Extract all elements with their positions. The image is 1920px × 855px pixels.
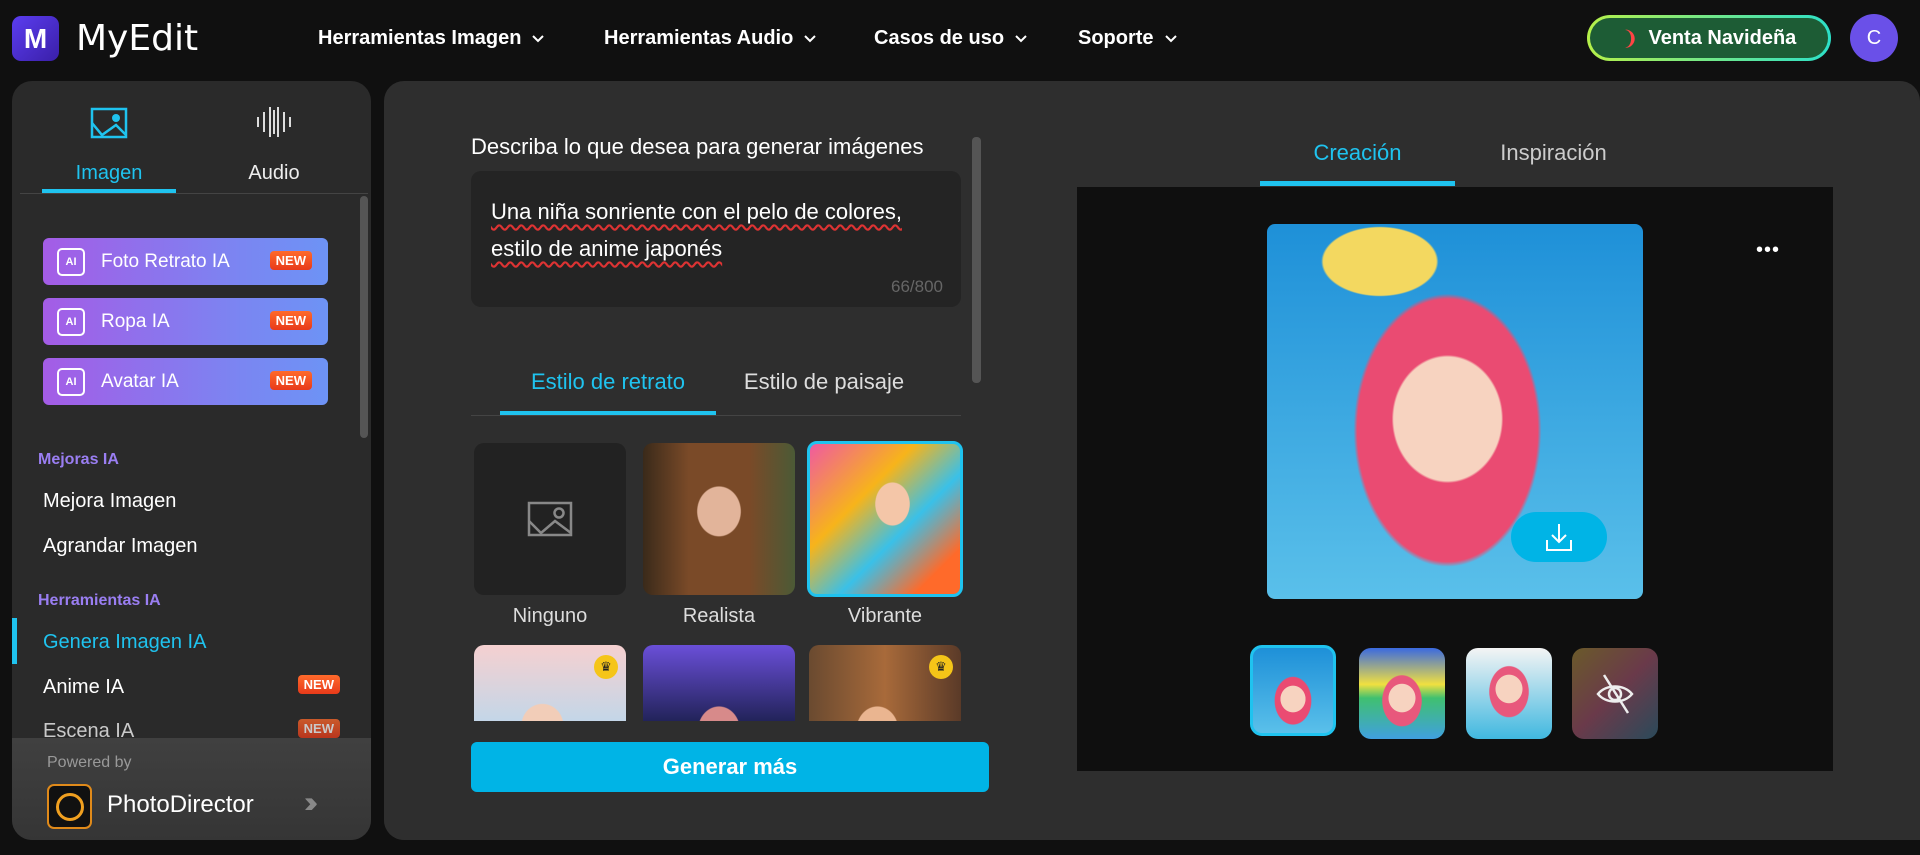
nav-herramientas-audio[interactable]: Herramientas Audio <box>604 27 817 50</box>
chevrons-right-icon: ››› <box>304 786 318 819</box>
photodirector-logo-icon <box>47 784 92 829</box>
tab-underline <box>500 411 716 415</box>
thumbnail-2[interactable] <box>1359 648 1445 739</box>
download-icon <box>1546 524 1572 551</box>
style-card-realista[interactable] <box>643 443 795 595</box>
tab-underline <box>1260 181 1455 186</box>
sidebar-item-agrandar-imagen[interactable]: Agrandar Imagen <box>43 535 198 558</box>
sidebar-item-mejora-imagen[interactable]: Mejora Imagen <box>43 490 176 513</box>
active-indicator <box>12 618 17 664</box>
tab-creacion[interactable]: Creación <box>1260 140 1455 166</box>
new-badge: NEW <box>297 675 340 694</box>
ai-sparkle-icon: AI <box>57 307 85 336</box>
button-label: Foto Retrato IA <box>101 250 230 272</box>
prompt-textarea[interactable]: Una niña sonriente con el pelo de colore… <box>471 171 961 307</box>
chevron-down-icon <box>1164 34 1177 42</box>
ai-sparkle-icon: AI <box>57 367 85 396</box>
thumbnail-1[interactable] <box>1250 645 1336 736</box>
more-options-icon[interactable]: ••• <box>1756 239 1780 262</box>
thumbnail-hidden[interactable] <box>1572 648 1658 739</box>
button-label: Avatar IA <box>101 370 179 392</box>
crown-icon: ♛ <box>594 655 618 679</box>
nav-label: Herramientas Imagen <box>318 27 522 49</box>
generate-more-button[interactable]: Generar más <box>471 742 989 792</box>
nav-soporte[interactable]: Soporte <box>1078 27 1178 50</box>
style-label: Realista <box>682 605 756 627</box>
avatar-ia-button[interactable]: AI Avatar IA NEW <box>43 358 328 405</box>
prompt-label: Describa lo que desea para generar imáge… <box>471 134 924 159</box>
style-card-ninguno[interactable] <box>474 443 626 595</box>
logo-text: MyEdit <box>76 18 199 59</box>
nav-label: Herramientas Audio <box>604 27 794 49</box>
prompt-text: Una niña sonriente con el pelo de colore… <box>491 199 902 261</box>
chevron-down-icon <box>532 34 545 42</box>
powered-by-panel[interactable]: Powered by PhotoDirector ››› <box>12 738 371 840</box>
nav-herramientas-imagen[interactable]: Herramientas Imagen <box>318 27 545 50</box>
new-badge: NEW <box>269 371 312 390</box>
new-badge: NEW <box>269 311 312 330</box>
powered-by-label: Powered by <box>47 754 132 771</box>
promo-label: Venta Navideña <box>1648 26 1797 49</box>
nav-label: Casos de uso <box>874 27 1005 49</box>
divider <box>20 193 368 194</box>
crown-icon: ♛ <box>929 655 953 679</box>
tab-label: Imagen <box>75 162 143 184</box>
section-title: Herramientas IA <box>38 592 161 609</box>
tab-estilo-paisaje[interactable]: Estilo de paisaje <box>716 369 932 395</box>
chevron-down-icon <box>804 34 817 42</box>
new-badge: NEW <box>269 251 312 270</box>
chevron-down-icon <box>1015 34 1027 42</box>
product-name: PhotoDirector <box>107 791 254 818</box>
logo[interactable]: M MyEdit <box>12 16 198 61</box>
preview-area <box>1077 187 1833 771</box>
button-label: Ropa IA <box>101 310 170 332</box>
tab-estilo-retrato[interactable]: Estilo de retrato <box>500 369 716 395</box>
section-title: Mejoras IA <box>38 451 119 468</box>
item-label: Anime IA <box>43 676 125 698</box>
sidebar-item-anime-ia[interactable]: Anime IA NEW <box>43 675 340 699</box>
tab-inspiracion[interactable]: Inspiración <box>1456 140 1651 166</box>
nav-casos-de-uso[interactable]: Casos de uso <box>874 27 1028 50</box>
logo-icon: M <box>12 16 59 61</box>
promo-button[interactable]: ❩ Venta Navideña <box>1587 15 1831 61</box>
image-icon <box>90 107 128 139</box>
char-count: 66/800 <box>891 277 943 296</box>
generated-image[interactable] <box>1267 224 1643 599</box>
eye-off-icon <box>1596 673 1634 714</box>
sidebar: Imagen Audio AI Foto Retrato IA NEW AI Ropa… <box>12 81 371 840</box>
waveform-icon <box>257 107 291 137</box>
nav-label: Soporte <box>1078 27 1154 49</box>
ai-sparkle-icon: AI <box>57 247 85 276</box>
download-button[interactable] <box>1511 512 1607 562</box>
candy-cane-icon: ❩ <box>1621 27 1639 50</box>
foto-retrato-ia-button[interactable]: AI Foto Retrato IA NEW <box>43 238 328 285</box>
main-panel: Describa lo que desea para generar imáge… <box>384 81 1920 840</box>
avatar[interactable]: C <box>1850 14 1898 62</box>
sidebar-item-genera-imagen-ia[interactable]: Genera Imagen IA <box>43 631 206 654</box>
new-badge: NEW <box>297 719 340 738</box>
tab-audio[interactable]: Audio <box>207 103 341 191</box>
thumbnail-3[interactable] <box>1466 648 1552 739</box>
editor-scrollbar[interactable] <box>972 137 981 383</box>
ropa-ia-button[interactable]: AI Ropa IA NEW <box>43 298 328 345</box>
style-label: Ninguno <box>512 605 588 627</box>
style-label: Vibrante <box>847 605 923 627</box>
divider <box>471 415 961 416</box>
tab-label: Audio <box>248 162 300 184</box>
style-card-vibrante[interactable] <box>807 441 963 597</box>
tab-imagen[interactable]: Imagen <box>42 103 176 191</box>
image-placeholder-icon <box>527 501 573 537</box>
sidebar-scrollbar[interactable] <box>360 196 368 438</box>
